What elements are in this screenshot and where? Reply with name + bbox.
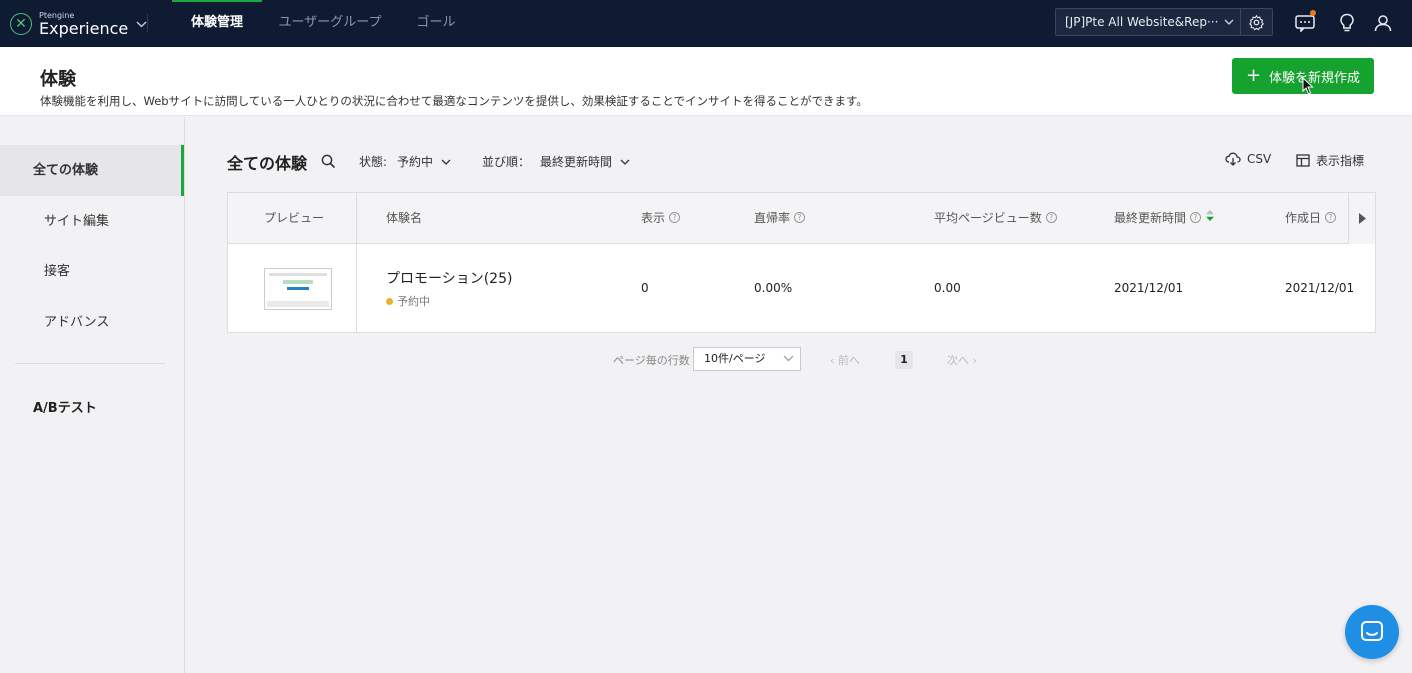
site-selector[interactable]: [JP]Pte All Website&Rep··· <box>1055 8 1241 36</box>
col-header-last-updated[interactable]: 最終更新時間? <box>1114 193 1215 244</box>
chevron-down-icon <box>620 159 630 165</box>
display-metrics-label: 表示指標 <box>1316 154 1365 168</box>
support-chat-button[interactable] <box>1345 605 1399 659</box>
help-icon[interactable]: ? <box>1190 212 1202 223</box>
user-icon <box>1374 15 1392 32</box>
cell-avg-pageviews: 0.00 <box>934 281 961 295</box>
sort-icon[interactable] <box>1206 193 1215 243</box>
scroll-right-button[interactable] <box>1348 193 1375 244</box>
mouse-cursor-icon <box>1302 76 1314 99</box>
help-icon[interactable]: ? <box>1325 212 1337 223</box>
col-header-bounce-rate[interactable]: 直帰率? <box>754 193 806 244</box>
account-button[interactable] <box>1372 12 1394 34</box>
columns-icon <box>1296 154 1310 167</box>
cell-last-updated: 2021/12/01 <box>1114 281 1184 295</box>
next-page-button[interactable]: 次へ › <box>947 352 977 368</box>
chevron-down-icon <box>441 159 451 165</box>
help-icon[interactable]: ? <box>669 212 681 223</box>
nav-divider <box>147 14 148 32</box>
prev-page-button[interactable]: ‹ 前へ <box>830 352 860 368</box>
chat-icon <box>1361 621 1383 641</box>
col-header-views[interactable]: 表示? <box>641 193 681 244</box>
logo-big-text: Experience <box>39 18 129 38</box>
preview-thumbnail[interactable] <box>264 268 332 310</box>
status-badge: 予約中 <box>386 293 430 309</box>
sort-filter-value: 最終更新時間 <box>540 155 613 169</box>
col-header-name: 体験名 <box>386 211 423 225</box>
top-nav: ✕ Ptengine Experience 体験管理 ユーザーグループ ゴール … <box>0 0 1412 47</box>
sidebar-divider <box>15 363 165 364</box>
tab-experience-management[interactable]: 体験管理 <box>172 0 262 47</box>
messages-button[interactable] <box>1294 10 1316 34</box>
rows-per-page-select[interactable]: 10件/ページ <box>693 347 801 371</box>
cell-created: 2021/12/01 <box>1285 281 1355 295</box>
search-icon <box>321 154 336 169</box>
col-header-avg-pageviews[interactable]: 平均ページビュー数? <box>934 193 1057 244</box>
help-icon[interactable]: ? <box>794 212 806 223</box>
settings-button[interactable] <box>1240 8 1273 36</box>
sidebar-item-site-edit[interactable]: サイト編集 <box>0 196 184 247</box>
status-dot <box>386 297 393 305</box>
search-button[interactable] <box>321 154 336 173</box>
sidebar: 全ての体験 サイト編集 接客 アドバンス A/Bテスト <box>0 117 185 673</box>
cell-bounce-rate: 0.00% <box>754 281 793 295</box>
chevron-down-icon <box>1224 9 1234 35</box>
tab-goals[interactable]: ゴール <box>406 0 466 47</box>
plus-icon: + <box>1245 65 1262 86</box>
sort-filter[interactable]: 並び順： 最終更新時間 <box>482 153 630 170</box>
logo-x-icon: ✕ <box>10 13 32 35</box>
table-row[interactable]: プロモーション(25) 予約中 0 0.00% 0.00 2021/12/01 … <box>228 244 1375 332</box>
page-description: 体験機能を利用し、Webサイトに訪問している一人ひとりの状況に合わせて最適なコン… <box>40 94 868 108</box>
col-header-preview: プレビュー <box>264 211 325 225</box>
cell-views: 0 <box>641 281 649 295</box>
page-number-current[interactable]: 1 <box>895 351 913 369</box>
rows-per-page-label: ページ毎の行数 <box>613 354 690 367</box>
tips-button[interactable] <box>1336 12 1358 34</box>
gear-icon <box>1248 14 1265 30</box>
status-filter-label: 状態: <box>359 155 388 169</box>
chat-bubble-icon <box>1295 15 1315 32</box>
rows-per-page-value: 10件/ページ <box>704 352 766 365</box>
sidebar-item-ab-test[interactable]: A/Bテスト <box>33 397 97 416</box>
table-header: プレビュー 体験名 表示? 直帰率? 平均ページビュー数? 最終更新時間? 作成… <box>228 193 1375 244</box>
display-metrics-button[interactable]: 表示指標 <box>1296 152 1364 169</box>
sort-filter-label: 並び順： <box>482 155 531 169</box>
status-filter[interactable]: 状態: 予約中 <box>359 153 451 170</box>
tab-user-groups[interactable]: ユーザーグループ <box>272 0 388 47</box>
page-title: 体験 <box>40 69 76 90</box>
app-logo[interactable]: ✕ Ptengine Experience <box>10 9 147 39</box>
csv-label: CSV <box>1247 152 1272 166</box>
chevron-down-icon <box>783 348 794 370</box>
experience-table: プレビュー 体験名 表示? 直帰率? 平均ページビュー数? 最終更新時間? 作成… <box>227 192 1376 333</box>
chevron-down-icon <box>136 17 147 31</box>
status-filter-value: 予約中 <box>397 155 434 169</box>
site-selector-value: [JP]Pte All Website&Rep··· <box>1065 15 1219 29</box>
sidebar-item-engagement[interactable]: 接客 <box>0 246 184 297</box>
caret-right-icon <box>1359 213 1366 224</box>
sidebar-item-advanced[interactable]: アドバンス <box>0 297 184 348</box>
create-experience-label: 体験を新規作成 <box>1269 70 1361 86</box>
experience-name[interactable]: プロモーション(25) <box>386 268 512 288</box>
list-title: 全ての体験 <box>227 154 308 173</box>
help-icon[interactable]: ? <box>1045 212 1057 223</box>
page-header: 体験 体験機能を利用し、Webサイトに訪問している一人ひとりの状況に合わせて最適… <box>0 47 1412 116</box>
col-header-created[interactable]: 作成日? <box>1285 193 1337 244</box>
csv-download-button[interactable]: CSV <box>1225 152 1271 166</box>
lightbulb-icon <box>1340 13 1354 32</box>
notification-dot <box>1310 10 1316 16</box>
cloud-download-icon <box>1225 152 1241 166</box>
sidebar-item-all-experiences[interactable]: 全ての体験 <box>0 145 184 196</box>
